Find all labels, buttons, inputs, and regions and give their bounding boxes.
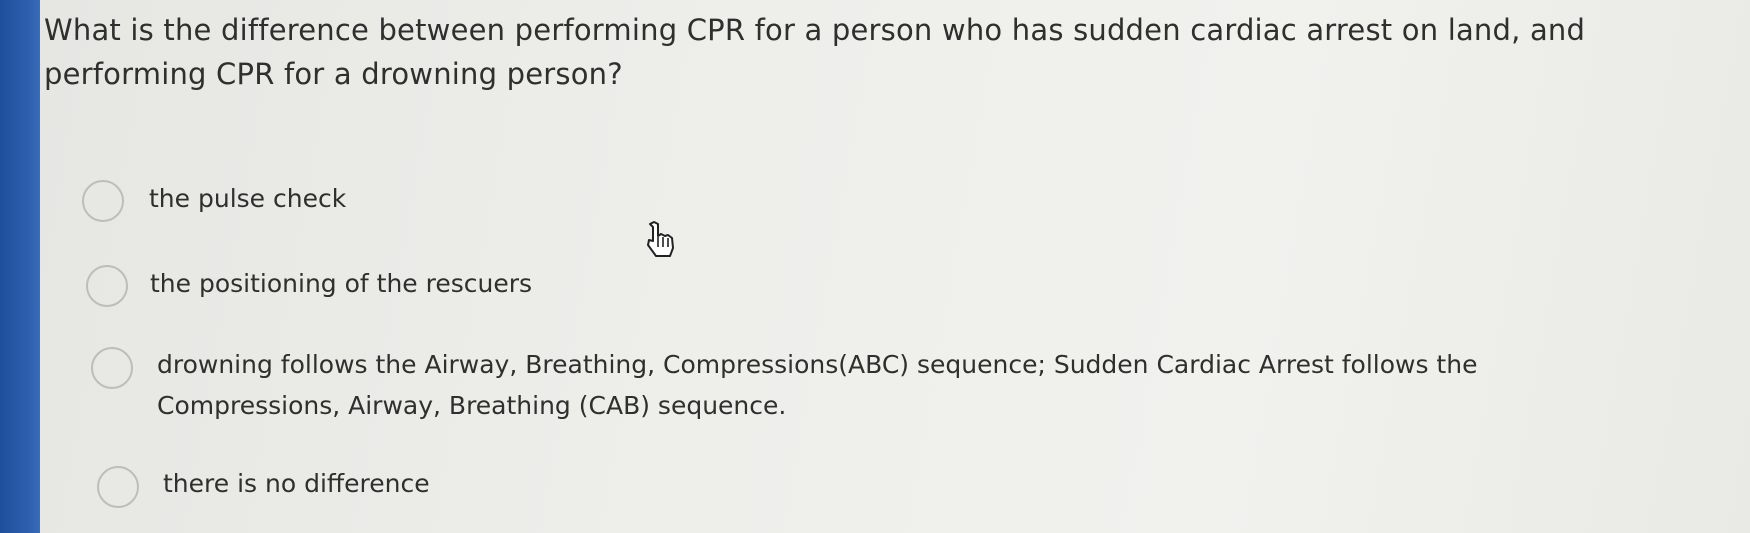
answer-option-label: drowning follows the Airway, Breathing, …: [157, 350, 1478, 420]
radio-button-1[interactable]: [82, 180, 124, 222]
question-panel: What is the difference between performin…: [40, 0, 1750, 533]
answer-option-3[interactable]: drowning follows the Airway, Breathing, …: [91, 347, 1591, 426]
answer-option-2[interactable]: the positioning of the rescuers: [86, 265, 532, 307]
hand-pointer-icon: [647, 221, 674, 257]
answer-option-1[interactable]: the pulse check: [82, 180, 346, 222]
answer-option-label: the pulse check: [149, 184, 347, 213]
answer-option-label: the positioning of the rescuers: [150, 269, 533, 298]
answer-option-4[interactable]: there is no difference: [97, 466, 430, 508]
radio-button-4[interactable]: [97, 466, 139, 508]
radio-button-3[interactable]: [91, 347, 133, 389]
radio-button-2[interactable]: [86, 265, 128, 307]
left-blue-bar: [0, 0, 40, 533]
answer-option-label: there is no difference: [163, 469, 430, 498]
question-text: What is the difference between performin…: [44, 13, 1586, 91]
